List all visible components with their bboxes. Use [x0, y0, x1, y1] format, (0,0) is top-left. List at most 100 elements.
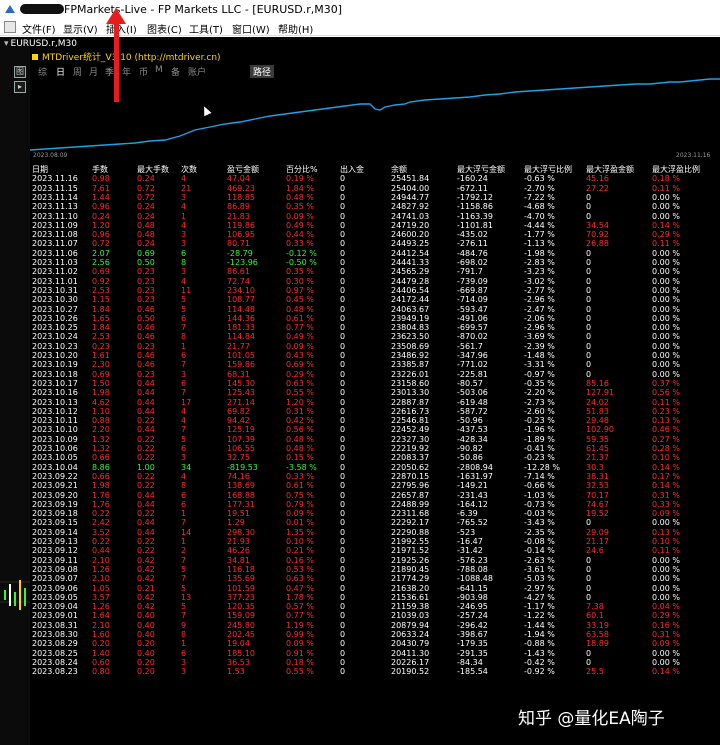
tab-summary[interactable]: 综 [38, 65, 47, 78]
cell-date: 2023.10.04 [32, 462, 78, 472]
cell-max-lots: 0.22 [137, 434, 155, 444]
cell-count: 1 [181, 639, 187, 649]
cell-count: 6 [181, 248, 187, 258]
cell-max-lots: 0.50 [137, 258, 155, 267]
cell-max-float-loss: -347.96 [457, 351, 488, 360]
cell-max-float-loss-ratio: -2.06 % [524, 313, 555, 323]
tab-year[interactable]: 年 [122, 65, 131, 78]
tab-week[interactable]: 周 [73, 65, 82, 78]
chart-strip-arrow[interactable]: ▸ [14, 81, 26, 93]
tab-path[interactable]: 路径 [250, 65, 275, 78]
menu-charts[interactable]: 图表(C) [147, 21, 182, 36]
cell-pnl: 36.53 [227, 657, 250, 667]
cell-lots: 2.10 [92, 620, 110, 630]
cell-lots: 1.98 [92, 388, 110, 398]
menu-help[interactable]: 帮助(H) [278, 21, 313, 36]
cell-balance: 22292.17 [391, 518, 430, 528]
cell-balance: 22311.68 [391, 509, 430, 519]
cell-deposit: 0 [340, 537, 346, 546]
cell-max-float-loss: -398.67 [457, 630, 488, 639]
table-row: 2023.09.04 1.26 0.42 5 120.35 0.57 % 0 21159.38… [0, 602, 720, 611]
cell-percent: 0.61 % [286, 313, 314, 323]
cell-max-float-profit: 21.37 [586, 453, 609, 463]
cell-max-float-profit-ratio: 0.23 % [652, 406, 680, 416]
menu-view[interactable]: 显示(V) [63, 21, 98, 36]
cell-max-float-profit-ratio: 0.00 % [652, 351, 680, 360]
cell-percent: 1.19 % [286, 620, 314, 630]
tab-quarter[interactable]: 季 [105, 65, 114, 78]
cell-max-float-loss-ratio: -1.13 % [524, 239, 555, 249]
cell-max-float-profit: 0 [586, 211, 592, 221]
tab-magic[interactable]: M [155, 65, 163, 75]
equity-curve-line [30, 78, 720, 151]
cell-max-lots: 0.50 [137, 313, 155, 323]
tab-notes[interactable]: 备 [171, 65, 180, 78]
cell-date: 2023.11.16 [32, 174, 78, 184]
cell-date: 2023.10.10 [32, 425, 78, 435]
cell-max-float-loss: -491.06 [457, 313, 488, 323]
cell-max-float-profit: 70.17 [586, 490, 609, 500]
menu-tools[interactable]: 工具(T) [189, 21, 223, 36]
cell-lots: 1.76 [92, 490, 110, 500]
cell-max-lots: 0.22 [137, 481, 155, 491]
cell-percent: 0.33 % [286, 239, 314, 249]
cell-date: 2023.08.24 [32, 657, 78, 667]
cell-date: 2023.10.23 [32, 341, 78, 351]
cell-max-float-profit: 24.6 [586, 546, 604, 556]
cell-max-float-loss-ratio: -2.47 % [524, 304, 555, 314]
tab-day[interactable]: 日 [56, 65, 65, 78]
table-row: 2023.11.14 1.44 0.72 3 118.85 0.48 % 0 24944.77… [0, 193, 720, 202]
cell-max-lots: 0.44 [137, 527, 155, 537]
cell-count: 21 [181, 183, 192, 193]
cell-max-lots: 0.20 [137, 667, 155, 677]
cell-max-float-loss: -164.12 [457, 499, 488, 509]
ea-title: MTDriver统计_V3.10 (http://mtdriver.cn) [32, 50, 221, 63]
menu-file[interactable]: 文件(F) [22, 21, 56, 36]
cell-max-float-loss-ratio: -0.63 % [524, 174, 555, 184]
cell-max-float-loss: -791.7 [457, 267, 483, 277]
chart-window-icon[interactable] [4, 21, 16, 33]
tab-currency[interactable]: 币 [139, 65, 148, 78]
cell-balance: 24063.67 [391, 304, 430, 314]
cell-pnl: 106.95 [227, 230, 255, 240]
cell-max-lots: 0.42 [137, 574, 155, 584]
cell-pnl: 116.18 [227, 564, 255, 574]
chart-strip-button[interactable]: 图 [14, 66, 26, 78]
cell-lots: 0.98 [92, 174, 110, 184]
cell-deposit: 0 [340, 657, 346, 667]
cell-date: 2023.11.06 [32, 248, 78, 258]
cell-deposit: 0 [340, 192, 346, 202]
cell-lots: 2.07 [92, 248, 110, 258]
cell-max-float-loss: -903.98 [457, 592, 488, 602]
cell-count: 5 [181, 564, 187, 574]
cell-date: 2023.09.18 [32, 509, 78, 519]
cell-max-float-loss-ratio: -1.94 % [524, 630, 555, 639]
cell-deposit: 0 [340, 444, 346, 453]
cell-deposit: 0 [340, 369, 346, 379]
cell-date: 2023.09.08 [32, 564, 78, 574]
cell-percent: 0.43 % [286, 351, 314, 360]
cell-balance: 22795.96 [391, 481, 430, 491]
cell-max-float-loss-ratio: -1.77 % [524, 230, 555, 240]
cell-count: 7 [181, 611, 187, 621]
cell-max-float-loss-ratio: -2.77 % [524, 285, 555, 295]
header-date: 日期 [32, 165, 48, 174]
tab-month[interactable]: 月 [89, 65, 98, 78]
cell-max-lots: 1.00 [137, 462, 155, 472]
cell-max-float-profit-ratio: 0.28 % [652, 444, 680, 453]
cell-max-lots: 0.44 [137, 397, 155, 407]
cell-max-lots: 0.22 [137, 471, 155, 481]
cell-percent: 0.79 % [286, 499, 314, 509]
cell-count: 6 [181, 490, 187, 500]
cell-lots: 1.84 [92, 323, 110, 333]
menu-window[interactable]: 窗口(W) [232, 21, 270, 36]
cell-deposit: 0 [340, 406, 346, 416]
cell-count: 7 [181, 425, 187, 435]
cell-max-float-profit-ratio: 0.00 % [652, 304, 680, 314]
tab-account[interactable]: 账户 [188, 65, 206, 78]
cell-pnl: 101.05 [227, 351, 255, 360]
cell-lots: 0.69 [92, 267, 110, 277]
cell-max-lots: 0.42 [137, 592, 155, 602]
cell-pnl: -28.79 [227, 248, 253, 258]
chart-symbol-label: ▾ EURUSD.r,M30 [4, 39, 77, 49]
